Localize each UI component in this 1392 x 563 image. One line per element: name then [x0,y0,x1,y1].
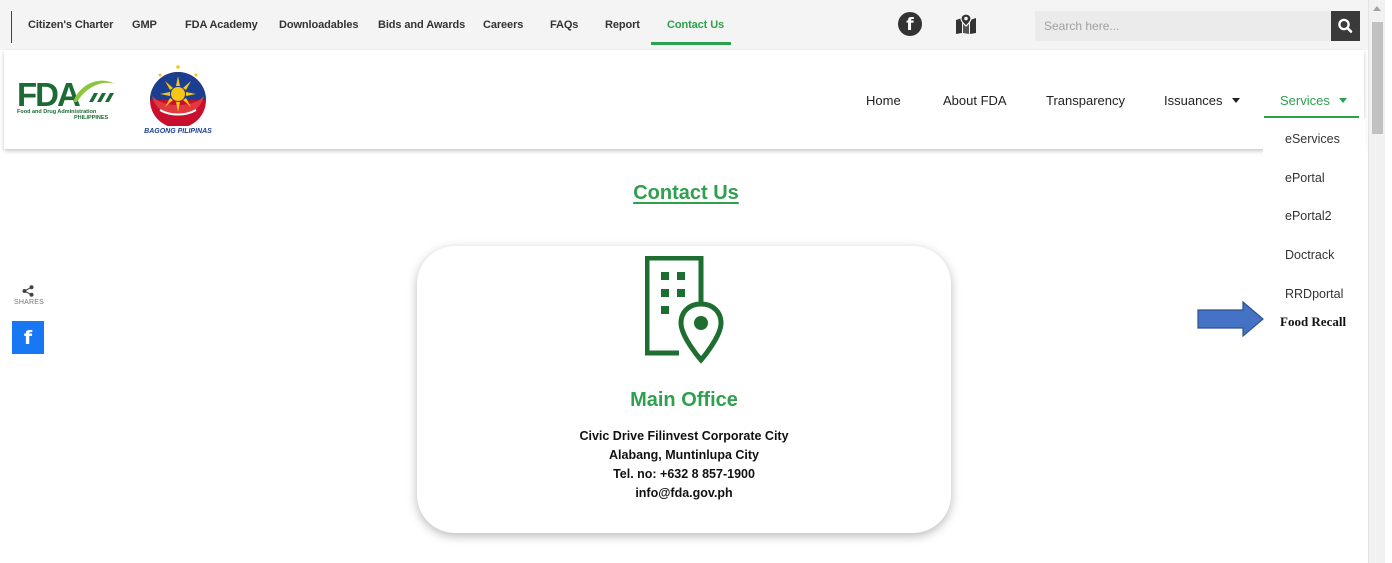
top-bar: Citizen's Charter GMP FDA Academy Downlo… [0,0,1368,50]
map-location-icon[interactable] [955,13,977,35]
top-link-downloadables[interactable]: Downloadables [279,19,358,31]
page-scrollbar[interactable] [1368,0,1385,563]
nav-services[interactable]: Services [1280,93,1347,108]
share-icon[interactable] [22,285,34,297]
fda-logo[interactable]: FDA Food and Drug Administration PHILIPP… [17,78,117,128]
top-link-report[interactable]: Report [605,19,640,31]
chevron-down-icon [1231,98,1240,104]
top-link-faqs[interactable]: FAQs [550,19,578,31]
search-icon [1338,18,1353,33]
top-link-citizens-charter[interactable]: Citizen's Charter [28,19,113,31]
scroll-up-arrow-icon[interactable] [1373,6,1381,11]
address-line-2: Alabang, Muntinlupa City [609,448,759,462]
nav-transparency[interactable]: Transparency [1046,93,1125,108]
top-link-contact-us[interactable]: Contact Us [667,19,724,31]
building-location-icon [645,256,724,364]
top-link-careers[interactable]: Careers [483,19,523,31]
facebook-icon[interactable]: f [898,12,922,36]
top-link-fda-academy[interactable]: FDA Academy [185,19,258,31]
dropdown-item-eportal2[interactable]: ePortal2 [1285,209,1332,223]
page-title: Contact Us [633,182,739,204]
bagong-pilipinas-logo[interactable]: BAGONG PILIPINAS [140,64,216,138]
scroll-thumb[interactable] [1372,22,1383,134]
top-bar-divider [11,11,12,43]
bagong-pilipinas-emblem [150,65,206,128]
address-line-1: Civic Drive Filinvest Corporate City [579,429,789,443]
facebook-share-button[interactable]: f [12,321,44,354]
right-arrow-annotation [1197,301,1264,337]
facebook-share-icon: f [23,327,33,349]
search-button[interactable] [1331,11,1360,41]
services-dropdown [1263,118,1366,340]
email-address[interactable]: info@fda.gov.ph [417,486,951,500]
share-count-label: SHARES [14,299,44,306]
nav-about-fda[interactable]: About FDA [943,93,1007,108]
top-link-bids-and-awards[interactable]: Bids and Awards [378,19,465,31]
office-title: Main Office [630,389,738,411]
top-link-gmp[interactable]: GMP [132,19,157,31]
fda-logo-country: PHILIPPINES [74,115,109,121]
active-link-underline [651,42,731,45]
chevron-down-icon [1338,98,1347,104]
nav-issuances-label: Issuances [1164,93,1223,108]
nav-home[interactable]: Home [866,93,901,108]
dropdown-item-doctrack[interactable]: Doctrack [1285,248,1334,262]
phone-number: Tel. no: +632 8 857-1900 [613,467,755,481]
fda-logo-swoosh [73,80,115,102]
search-input[interactable] [1035,11,1332,41]
dropdown-item-food-recall[interactable]: Food Recall [1280,314,1346,330]
nav-services-label: Services [1280,93,1330,108]
bagong-pilipinas-text: BAGONG PILIPINAS [144,128,212,135]
nav-issuances[interactable]: Issuances [1164,93,1240,108]
dropdown-item-rrdportal[interactable]: RRDportal [1285,287,1343,301]
dropdown-item-eservices[interactable]: eServices [1285,132,1340,146]
